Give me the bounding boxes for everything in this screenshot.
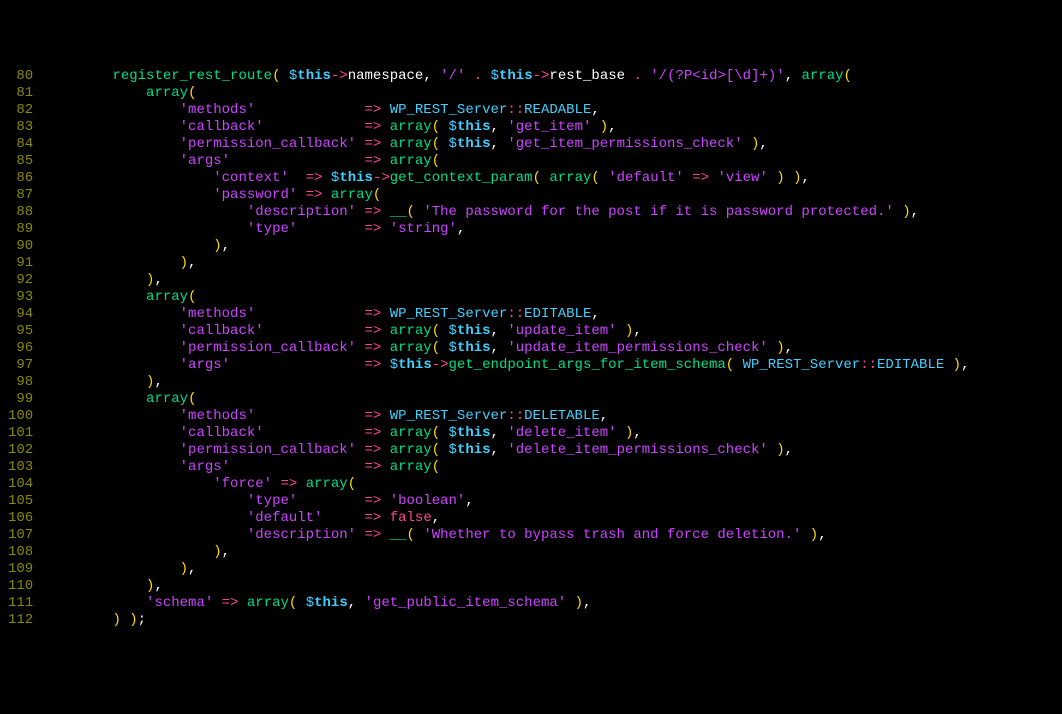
line-number: 95 <box>8 323 33 340</box>
line-number: 101 <box>8 425 33 442</box>
code-line[interactable]: 'callback' => array( $this, 'delete_item… <box>45 425 1062 442</box>
line-number: 97 <box>8 357 33 374</box>
line-number: 108 <box>8 544 33 561</box>
line-number: 84 <box>8 136 33 153</box>
line-number: 90 <box>8 238 33 255</box>
line-number: 93 <box>8 289 33 306</box>
code-line[interactable]: 'schema' => array( $this, 'get_public_it… <box>45 595 1062 612</box>
line-number: 85 <box>8 153 33 170</box>
code-line[interactable]: 'type' => 'boolean', <box>45 493 1062 510</box>
code-line[interactable]: 'callback' => array( $this, 'get_item' )… <box>45 119 1062 136</box>
line-number: 110 <box>8 578 33 595</box>
line-number: 99 <box>8 391 33 408</box>
code-line[interactable]: ), <box>45 272 1062 289</box>
line-number: 103 <box>8 459 33 476</box>
code-line[interactable]: 'default' => false, <box>45 510 1062 527</box>
code-line[interactable]: 'methods' => WP_REST_Server::READABLE, <box>45 102 1062 119</box>
line-number: 91 <box>8 255 33 272</box>
code-line[interactable]: 'args' => array( <box>45 153 1062 170</box>
line-number: 92 <box>8 272 33 289</box>
code-line[interactable]: ), <box>45 255 1062 272</box>
code-line[interactable]: 'description' => __( 'Whether to bypass … <box>45 527 1062 544</box>
code-line[interactable]: 'force' => array( <box>45 476 1062 493</box>
line-number: 86 <box>8 170 33 187</box>
code-line[interactable]: ), <box>45 374 1062 391</box>
code-line[interactable]: 'args' => $this->get_endpoint_args_for_i… <box>45 357 1062 374</box>
line-number: 81 <box>8 85 33 102</box>
code-line[interactable]: 'password' => array( <box>45 187 1062 204</box>
line-number: 104 <box>8 476 33 493</box>
code-line[interactable]: ) ); <box>45 612 1062 629</box>
code-line[interactable]: 'permission_callback' => array( $this, '… <box>45 442 1062 459</box>
code-line[interactable]: ), <box>45 544 1062 561</box>
code-content[interactable]: register_rest_route( $this->namespace, '… <box>45 68 1062 629</box>
line-number: 107 <box>8 527 33 544</box>
line-number: 96 <box>8 340 33 357</box>
code-line[interactable]: array( <box>45 85 1062 102</box>
code-line[interactable]: ), <box>45 578 1062 595</box>
line-number: 98 <box>8 374 33 391</box>
line-number: 102 <box>8 442 33 459</box>
code-line[interactable]: 'type' => 'string', <box>45 221 1062 238</box>
line-number: 109 <box>8 561 33 578</box>
code-line[interactable]: 'permission_callback' => array( $this, '… <box>45 340 1062 357</box>
code-line[interactable]: array( <box>45 289 1062 306</box>
code-line[interactable]: array( <box>45 391 1062 408</box>
line-number: 112 <box>8 612 33 629</box>
code-line[interactable]: 'permission_callback' => array( $this, '… <box>45 136 1062 153</box>
line-number: 106 <box>8 510 33 527</box>
line-number: 105 <box>8 493 33 510</box>
line-number: 89 <box>8 221 33 238</box>
line-number: 87 <box>8 187 33 204</box>
code-line[interactable]: 'description' => __( 'The password for t… <box>45 204 1062 221</box>
code-editor[interactable]: 8081828384858687888990919293949596979899… <box>0 68 1062 629</box>
line-number-gutter: 8081828384858687888990919293949596979899… <box>0 68 45 629</box>
code-line[interactable]: 'callback' => array( $this, 'update_item… <box>45 323 1062 340</box>
code-line[interactable]: 'args' => array( <box>45 459 1062 476</box>
line-number: 80 <box>8 68 33 85</box>
line-number: 88 <box>8 204 33 221</box>
code-line[interactable]: ), <box>45 561 1062 578</box>
code-line[interactable]: 'context' => $this->get_context_param( a… <box>45 170 1062 187</box>
line-number: 82 <box>8 102 33 119</box>
line-number: 94 <box>8 306 33 323</box>
line-number: 83 <box>8 119 33 136</box>
line-number: 100 <box>8 408 33 425</box>
code-line[interactable]: 'methods' => WP_REST_Server::DELETABLE, <box>45 408 1062 425</box>
code-line[interactable]: 'methods' => WP_REST_Server::EDITABLE, <box>45 306 1062 323</box>
line-number: 111 <box>8 595 33 612</box>
code-line[interactable]: ), <box>45 238 1062 255</box>
code-line[interactable]: register_rest_route( $this->namespace, '… <box>45 68 1062 85</box>
